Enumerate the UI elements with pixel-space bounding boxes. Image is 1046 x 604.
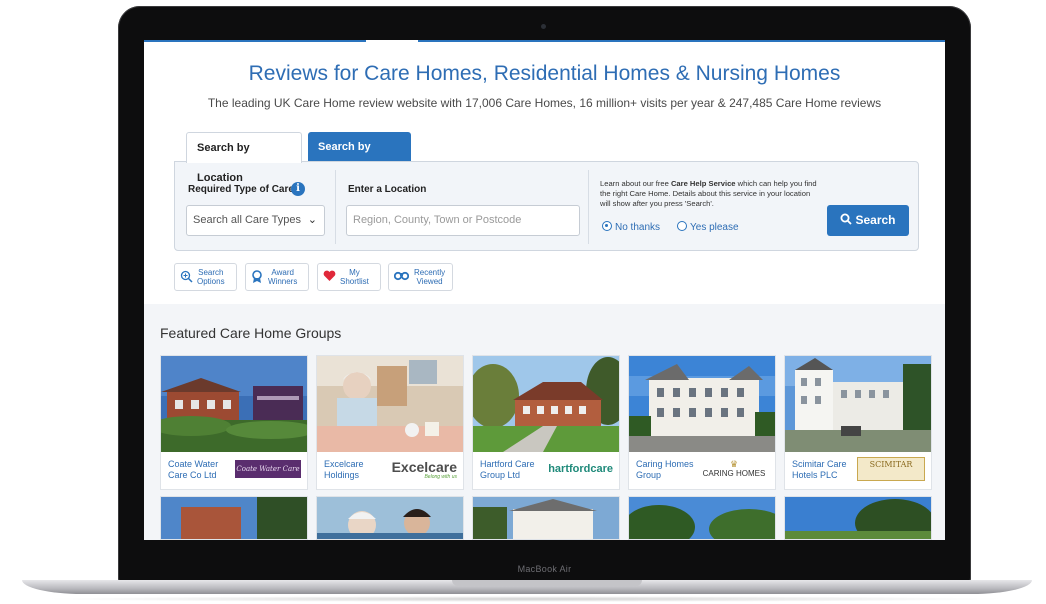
featured-title: Featured Care Home Groups (160, 325, 342, 341)
divider (588, 170, 589, 244)
card-photo (629, 497, 775, 539)
card-photo (161, 497, 307, 539)
laptop-notch (452, 580, 642, 586)
crown-icon: ♛ (729, 459, 739, 469)
top-nav-line (144, 40, 945, 42)
group-card-excelcare[interactable]: Excelcare Holdings Excelcare Belong with… (316, 355, 464, 490)
group-card-coate-water[interactable]: Coate Water Care Co Ltd Coate Water Care (160, 355, 308, 490)
care-type-value: Search all Care Types (193, 214, 302, 226)
card-photo (161, 356, 307, 452)
location-label: Enter a Location (348, 184, 427, 195)
group-card-row2[interactable] (316, 496, 464, 540)
quick-link-recently-viewed[interactable]: Recently Viewed (388, 263, 453, 291)
quick-link-label: Search Options (197, 268, 225, 286)
group-card-row2[interactable] (160, 496, 308, 540)
quick-link-label: My Shortlist (340, 268, 369, 286)
radio-no-thanks[interactable]: No thanks (602, 221, 660, 233)
card-photo (317, 356, 463, 452)
card-photo (785, 497, 931, 539)
card-photo (629, 356, 775, 452)
chevron-down-icon: ⌄ (307, 214, 317, 226)
camera (541, 24, 546, 29)
card-photo (473, 356, 619, 452)
search-plus-icon (180, 270, 193, 283)
group-name: Coate Water Care Co Ltd (168, 459, 219, 480)
location-input[interactable]: Region, County, Town or Postcode (346, 205, 580, 236)
radio-yes-please[interactable]: Yes please (677, 221, 739, 233)
device-brand: MacBook Air (517, 564, 572, 574)
group-name: Hartford Care Group Ltd (480, 459, 535, 480)
quick-link-my-shortlist[interactable]: My Shortlist (317, 263, 381, 291)
coate-water-logo: Coate Water Care (235, 460, 301, 478)
radio-unchecked-icon (677, 221, 687, 231)
award-icon (252, 270, 262, 283)
divider (335, 170, 336, 244)
care-type-select[interactable]: Search all Care Types ⌄ (186, 205, 325, 236)
quick-link-label: Award Winners (268, 268, 298, 286)
scimitar-logo: SCIMITAR (857, 457, 925, 481)
group-card-row2[interactable] (472, 496, 620, 540)
group-card-scimitar[interactable]: Scimitar Care Hotels PLC SCIMITAR (784, 355, 932, 490)
group-card-row2[interactable] (784, 496, 932, 540)
card-photo (317, 497, 463, 539)
search-icon (840, 213, 853, 225)
info-icon[interactable]: i (291, 182, 305, 196)
group-card-caring-homes[interactable]: Caring Homes Group ♛ CARING HOMES (628, 355, 776, 490)
screen: Reviews for Care Homes, Residential Home… (144, 40, 945, 540)
heart-icon (323, 270, 336, 281)
page-title: Reviews for Care Homes, Residential Home… (248, 62, 841, 85)
radio-checked-icon (602, 221, 612, 231)
tab-search-by-location[interactable]: Search by Location (186, 132, 302, 184)
binoculars-icon (394, 271, 409, 281)
hartford-care-logo: hartfordcare (548, 463, 613, 475)
quick-link-award-winners[interactable]: Award Winners (245, 263, 309, 291)
card-photo (785, 356, 931, 452)
group-name: Caring Homes Group (636, 459, 694, 480)
group-name: Excelcare Holdings (324, 459, 364, 480)
caring-homes-logo: ♛ CARING HOMES (699, 460, 769, 479)
quick-link-label: Recently Viewed (414, 268, 446, 286)
care-help-text: Learn about our free Care Help Service w… (600, 179, 817, 208)
group-card-hartford-care[interactable]: Hartford Care Group Ltd hartfordcare (472, 355, 620, 490)
group-name: Scimitar Care Hotels PLC (792, 459, 847, 480)
group-card-row2[interactable] (628, 496, 776, 540)
page-subtitle: The leading UK Care Home review website … (207, 96, 882, 110)
card-photo (473, 497, 619, 539)
quick-link-search-options[interactable]: Search Options (174, 263, 237, 291)
tab-search-by-name[interactable]: Search by Name (308, 132, 411, 183)
search-panel: Required Type of Care i Search all Care … (174, 161, 919, 251)
laptop-shadow (40, 596, 1010, 602)
excelcare-logo: Excelcare Belong with us (391, 459, 457, 480)
search-button[interactable]: Search (827, 205, 909, 236)
